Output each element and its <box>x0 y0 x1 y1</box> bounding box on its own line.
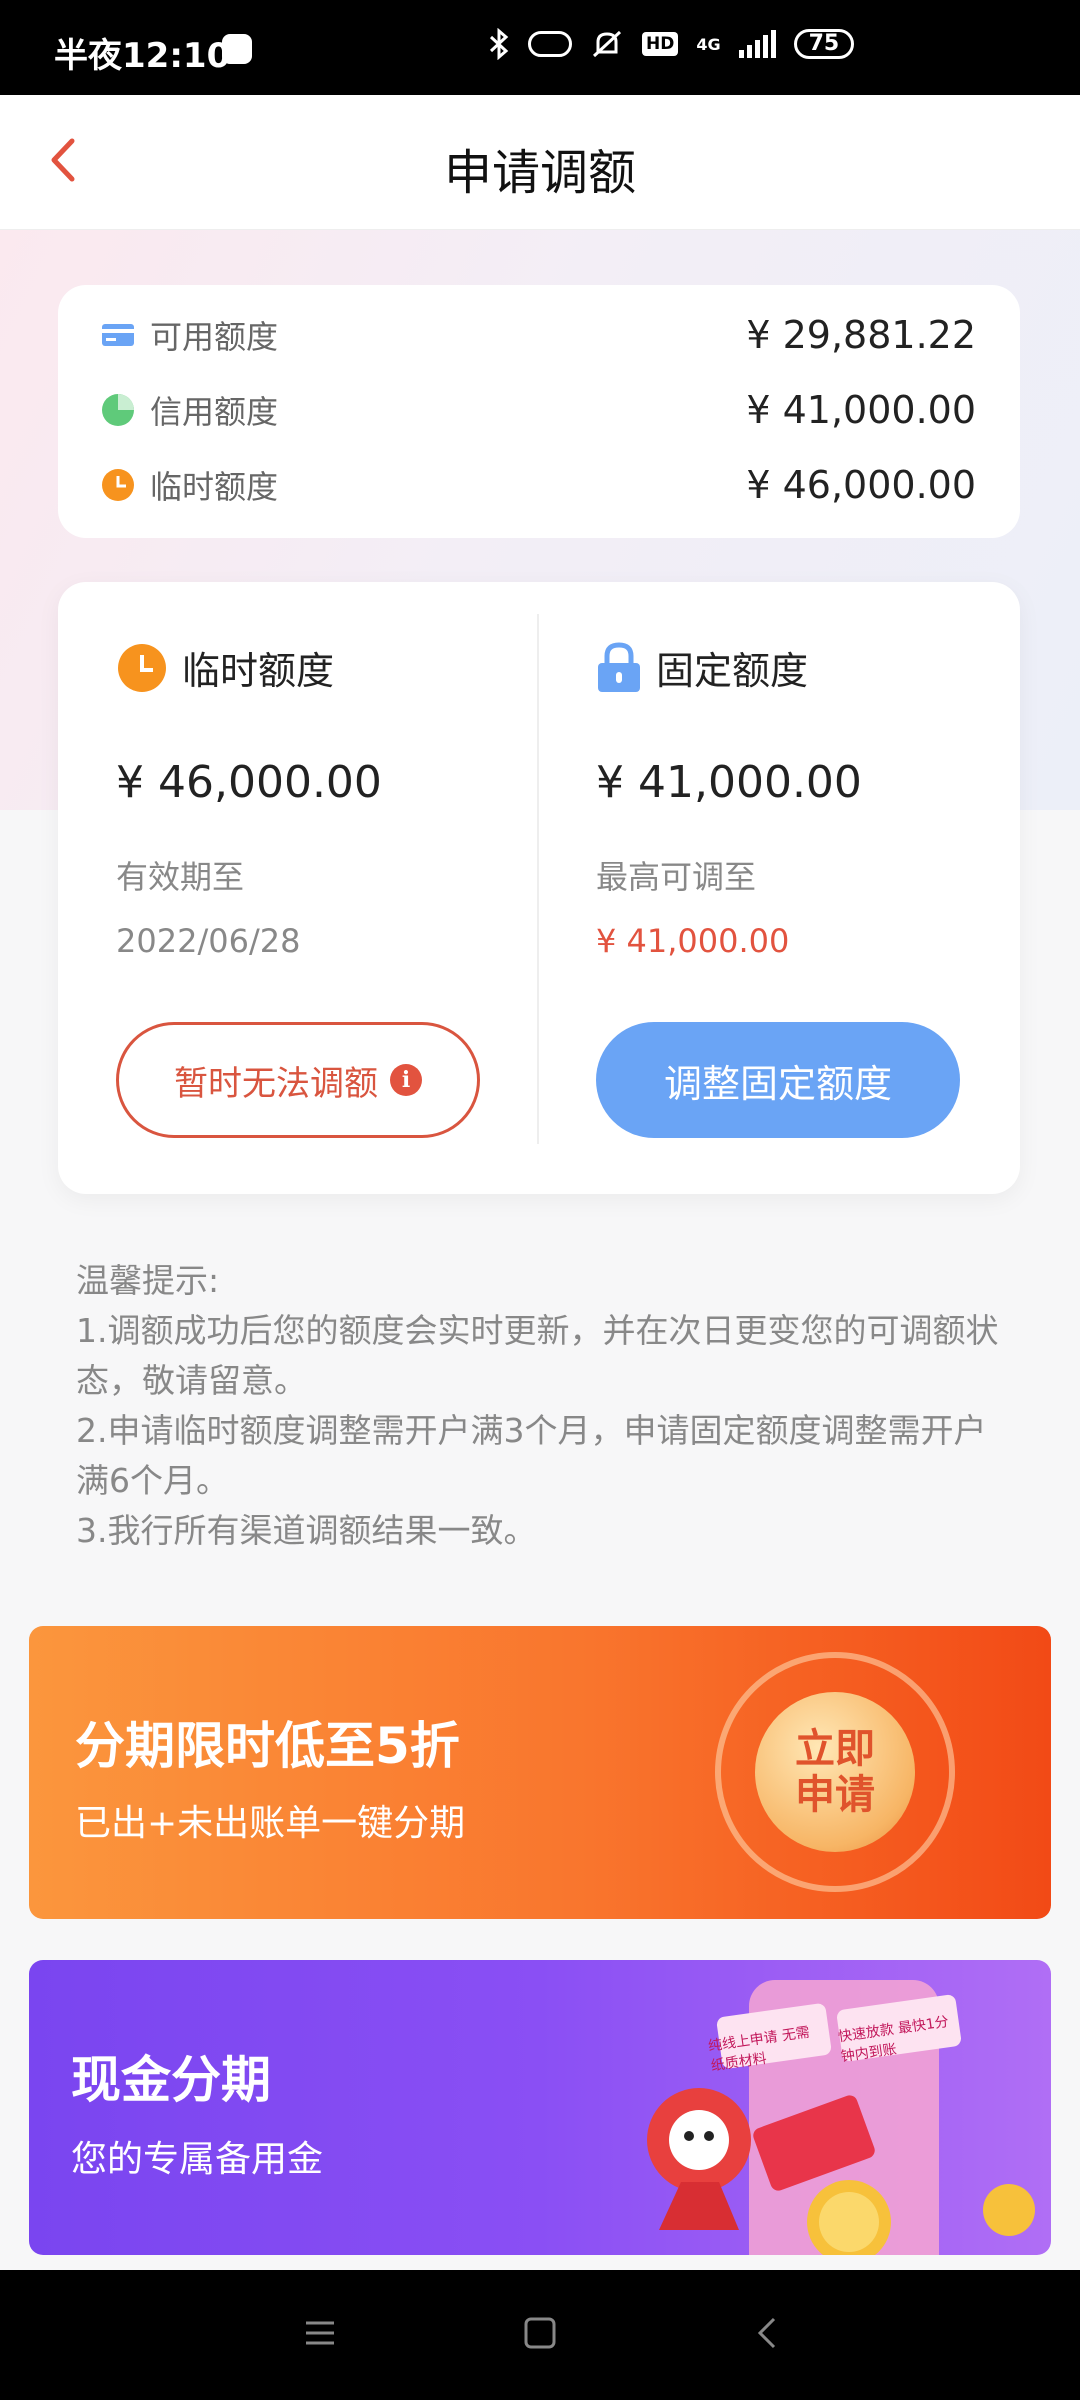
summary-label: 临时额度 <box>150 468 279 506</box>
mascot-illustration <box>647 1980 1035 2255</box>
adjust-fixed-quota-button[interactable]: 调整固定额度 <box>596 1022 960 1138</box>
status-time: 半夜12:10 <box>54 36 231 76</box>
info-icon[interactable]: i <box>390 1064 422 1096</box>
quota-summary-card: 可用额度 ¥ 29,881.22 信用额度 ¥ 41,000.00 临时额度 ¥… <box>58 285 1020 538</box>
home-icon[interactable] <box>522 2315 558 2351</box>
expiry-date: 2022/06/28 <box>116 922 301 960</box>
status-icons: HD 4G 75 <box>488 28 855 60</box>
cash-installment-banner[interactable]: 现金分期 您的专属备用金 纯线上申请 无需纸质材料 快速放款 最快1分钟内到账 <box>29 1960 1051 2255</box>
battery-icon: 75 <box>793 29 855 59</box>
lock-icon <box>598 641 640 692</box>
tips-heading: 温馨提示: <box>76 1261 220 1300</box>
tip-item: 2.申请临时额度调整需开户满3个月，申请固定额度调整需开户满6个月。 <box>76 1411 987 1500</box>
apply-now-badge[interactable]: 立即申请 <box>715 1652 955 1892</box>
page-title: 申请调额 <box>443 145 636 201</box>
app-notification-icon <box>222 34 252 64</box>
adjust-quota-card: 临时额度 ¥ 46,000.00 有效期至 2022/06/28 暂时无法调额 … <box>58 582 1020 1194</box>
summary-row-temporary: 临时额度 ¥ 46,000.00 <box>100 455 976 515</box>
summary-label: 信用额度 <box>150 393 279 431</box>
temporary-quota-amount: ¥ 46,000.00 <box>116 757 382 808</box>
network-label: 4G <box>696 34 721 54</box>
clock-icon <box>102 469 134 501</box>
column-divider <box>537 614 539 1144</box>
summary-label: 可用额度 <box>150 318 279 356</box>
temporary-quota-header: 临时额度 <box>116 640 334 695</box>
tips-section: 温馨提示: 1.调额成功后您的额度会实时更新，并在次日更变您的可调额状态，敬请留… <box>76 1256 1016 1556</box>
bluetooth-icon <box>489 28 509 60</box>
cannot-adjust-label: 暂时无法调额 <box>174 1063 378 1104</box>
max-adjust-label: 最高可调至 <box>596 858 757 896</box>
nav-bar: 申请调额 <box>0 95 1080 230</box>
temporary-quota-title: 临时额度 <box>182 649 335 693</box>
summary-row-credit: 信用额度 ¥ 41,000.00 <box>100 380 976 440</box>
summary-row-available: 可用额度 ¥ 29,881.22 <box>100 305 976 365</box>
cash-banner-title: 现金分期 <box>71 2051 271 2109</box>
summary-value: ¥ 29,881.22 <box>746 313 976 357</box>
installment-banner-subtitle: 已出+未出账单一键分期 <box>75 1803 466 1844</box>
system-nav-bar <box>0 2270 1080 2400</box>
signal-icon <box>738 30 776 58</box>
status-bar: 半夜12:10 HD 4G 75 <box>0 0 1080 95</box>
fixed-quota-title: 固定额度 <box>656 649 809 693</box>
tip-item: 3.我行所有渠道调额结果一致。 <box>76 1511 537 1550</box>
installment-promo-banner[interactable]: 分期限时低至5折 已出+未出账单一键分期 立即申请 <box>29 1626 1051 1919</box>
tip-item: 1.调额成功后您的额度会实时更新，并在次日更变您的可调额状态，敬请留意。 <box>76 1311 999 1400</box>
max-adjust-value: ¥ 41,000.00 <box>596 922 790 960</box>
summary-value: ¥ 46,000.00 <box>746 463 976 507</box>
temporary-quota-section: 临时额度 ¥ 46,000.00 有效期至 2022/06/28 暂时无法调额 … <box>116 582 516 1194</box>
mute-icon <box>592 30 622 58</box>
fixed-quota-header: 固定额度 <box>596 640 808 695</box>
menu-icon[interactable] <box>302 2315 338 2351</box>
clock-icon <box>118 643 166 692</box>
hd-icon: HD <box>642 32 679 56</box>
vibrate-icon <box>528 31 572 57</box>
cash-banner-subtitle: 您的专属备用金 <box>71 2139 324 2180</box>
summary-value: ¥ 41,000.00 <box>746 388 976 432</box>
back-icon[interactable] <box>750 2315 786 2351</box>
fixed-quota-amount: ¥ 41,000.00 <box>596 757 862 808</box>
fixed-quota-section: 固定额度 ¥ 41,000.00 最高可调至 ¥ 41,000.00 调整固定额… <box>596 582 996 1194</box>
card-icon <box>102 324 134 346</box>
cannot-adjust-button[interactable]: 暂时无法调额 i <box>116 1022 480 1138</box>
apply-now-label: 立即申请 <box>795 1726 875 1818</box>
pie-chart-icon <box>102 394 134 426</box>
expiry-label: 有效期至 <box>116 858 245 896</box>
installment-banner-title: 分期限时低至5折 <box>75 1717 460 1775</box>
